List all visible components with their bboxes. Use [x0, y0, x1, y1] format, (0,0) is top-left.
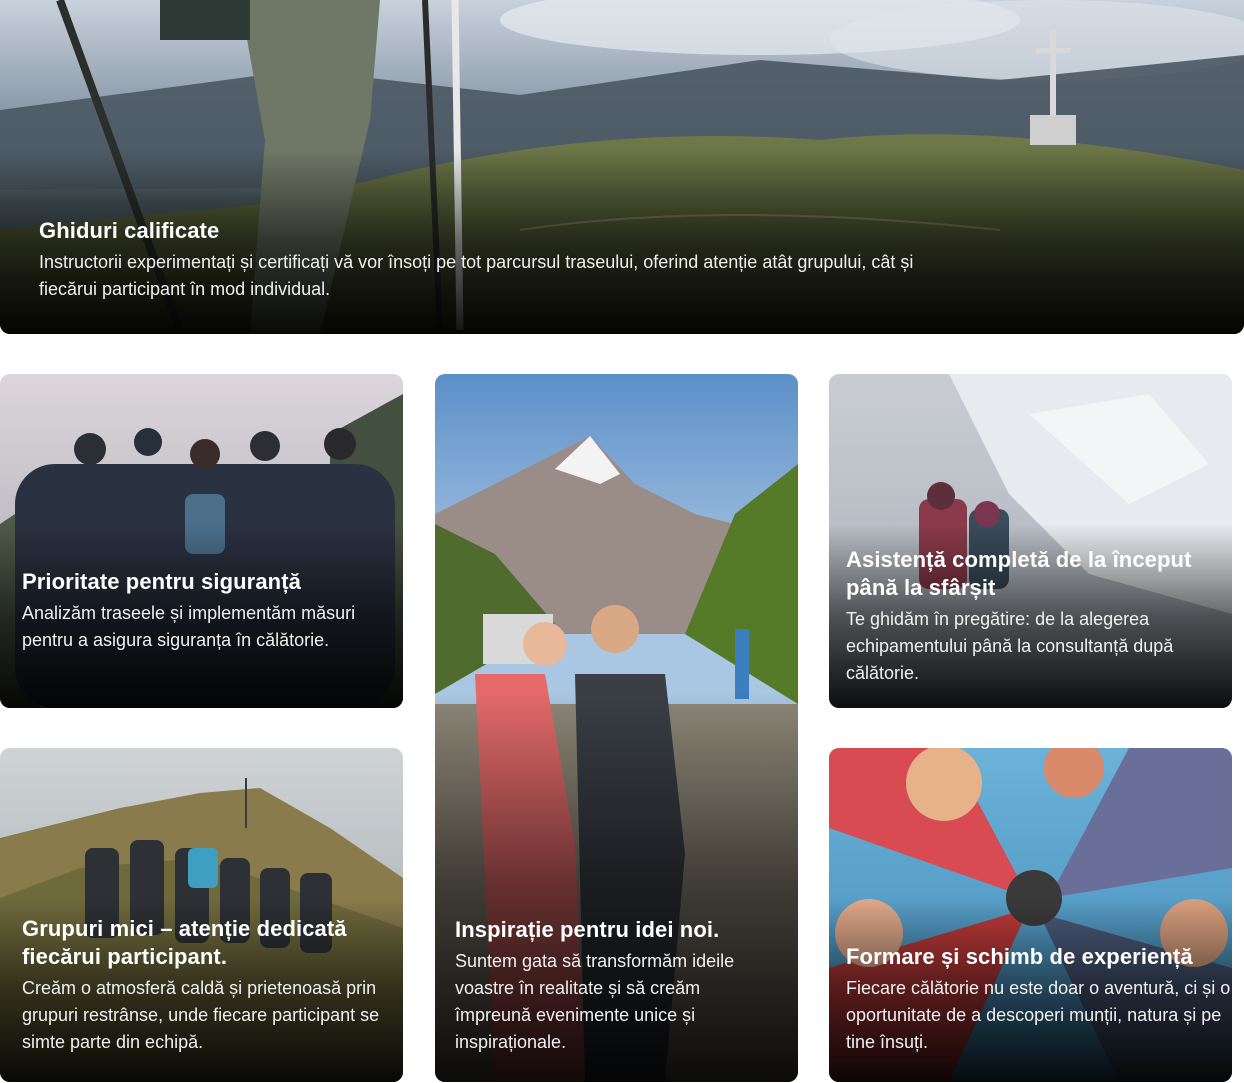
card-description: Suntem gata să transformăm ideile voastr… — [455, 951, 735, 1052]
feature-card-safety: Prioritate pentru siguranță Analizăm tra… — [0, 374, 403, 708]
card-title: Grupuri mici – atenție dedicată fiecărui… — [22, 916, 347, 969]
feature-card-training: Formare și schimb de experiență Fiecare … — [829, 748, 1232, 1082]
card-text: Grupuri mici – atenție dedicată fiecărui… — [22, 915, 400, 1056]
card-title: Asistență completă de la început până la… — [846, 547, 1192, 600]
feature-card-small-groups: Grupuri mici – atenție dedicată fiecărui… — [0, 748, 403, 1082]
feature-card-full-assistance: Asistență completă de la început până la… — [829, 374, 1232, 708]
image-overlay — [0, 374, 403, 708]
card-title: Inspirație pentru idei noi. — [455, 917, 720, 942]
card-description: Instructorii experimentați și certificaț… — [39, 252, 914, 299]
card-text: Formare și schimb de experiență Fiecare … — [846, 943, 1231, 1056]
card-description: Te ghidăm în pregătire: de la alegerea e… — [846, 609, 1174, 683]
feature-card-inspiration: Inspirație pentru idei noi. Suntem gata … — [435, 374, 798, 1082]
card-text: Prioritate pentru siguranță Analizăm tra… — [22, 568, 362, 654]
card-text: Inspirație pentru idei noi. Suntem gata … — [455, 916, 775, 1056]
feature-card-qualified-guides: Ghiduri calificate Instructorii experime… — [0, 0, 1244, 334]
card-title: Prioritate pentru siguranță — [22, 569, 301, 594]
card-title: Ghiduri calificate — [39, 218, 220, 243]
card-text: Ghiduri calificate Instructorii experime… — [39, 217, 959, 303]
card-description: Analizăm traseele și implementăm măsuri … — [22, 603, 356, 650]
card-description: Creăm o atmosferă caldă și prietenoasă p… — [22, 978, 380, 1052]
card-text: Asistență completă de la început până la… — [846, 546, 1216, 687]
card-title: Formare și schimb de experiență — [846, 944, 1193, 969]
card-description: Fiecare călătorie nu este doar o aventur… — [846, 978, 1231, 1052]
